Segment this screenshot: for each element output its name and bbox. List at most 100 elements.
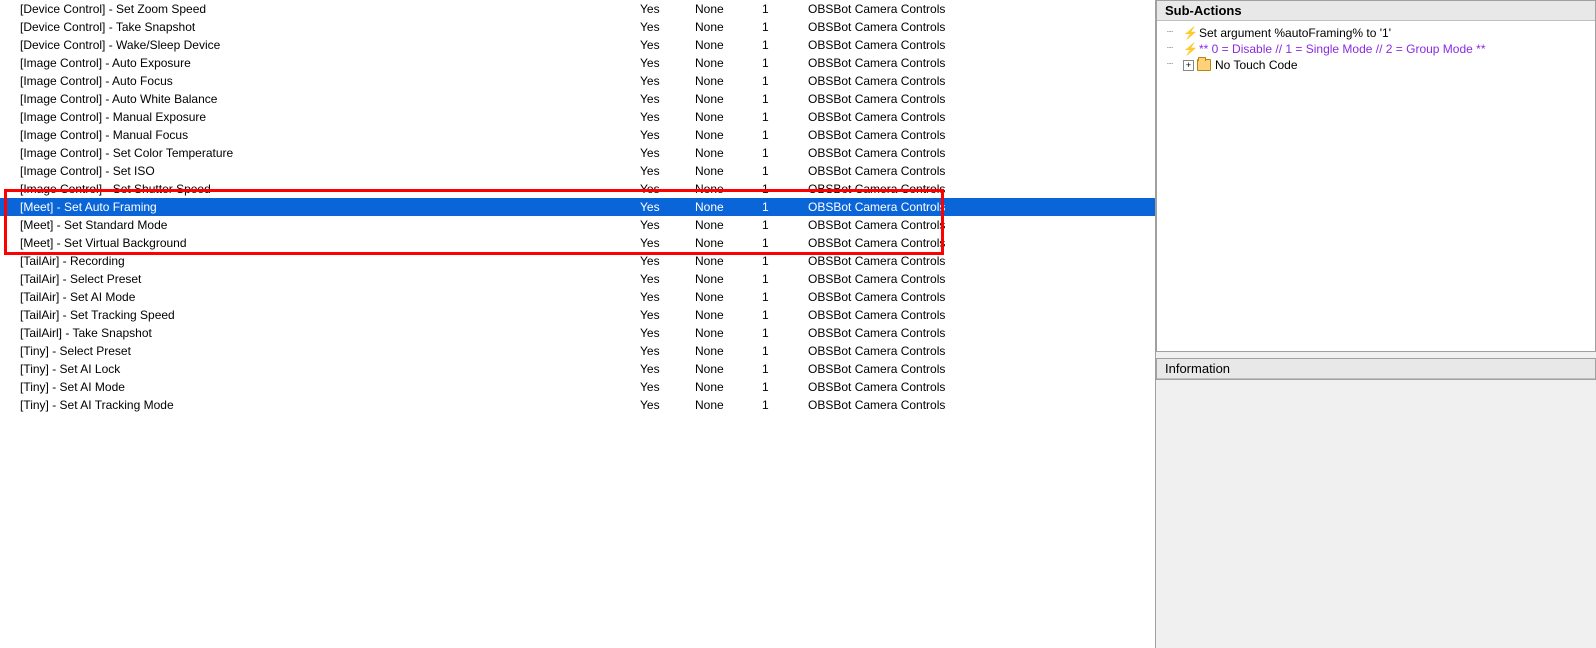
action-row[interactable]: [Image Control] - Set ISOYesNone1OBSBot …: [0, 162, 1155, 180]
action-name: [TailAir] - Recording: [20, 252, 620, 270]
action-group: OBSBot Camera Controls: [808, 162, 1008, 180]
action-row[interactable]: [Image Control] - Set Color TemperatureY…: [0, 144, 1155, 162]
action-group: OBSBot Camera Controls: [808, 90, 1008, 108]
subactions-panel: Sub-Actions ┈⚡Set argument %autoFraming%…: [1156, 0, 1596, 352]
action-enabled: Yes: [640, 108, 690, 126]
action-row[interactable]: [Image Control] - Set Shutter SpeedYesNo…: [0, 180, 1155, 198]
action-concurrent: 1: [762, 108, 792, 126]
action-row[interactable]: [Tiny] - Set AI ModeYesNone1OBSBot Camer…: [0, 378, 1155, 396]
actions-list-panel: [Device Control] - Set Zoom SpeedYesNone…: [0, 0, 1155, 648]
subaction-item[interactable]: ┈⚡** 0 = Disable // 1 = Single Mode // 2…: [1159, 41, 1593, 57]
expand-icon[interactable]: +: [1183, 60, 1194, 71]
action-group: OBSBot Camera Controls: [808, 378, 1008, 396]
action-row[interactable]: [Image Control] - Manual Exposure Yes None…: [0, 108, 1155, 126]
action-name: [Image Control] - Auto Exposure: [20, 54, 620, 72]
action-concurrent: 1: [762, 90, 792, 108]
action-row[interactable]: [TailAir] - Set Tracking Speed Yes None 1 OB…: [0, 306, 1155, 324]
action-enabled: Yes: [640, 216, 690, 234]
action-name: [Image Control] - Set ISO: [20, 162, 620, 180]
action-enabled: Yes: [640, 306, 690, 324]
action-random: None: [695, 324, 755, 342]
action-row[interactable]: [Image Control] - Manual FocusYesNone1OB…: [0, 126, 1155, 144]
action-name: [TailAir] - Set Tracking Speed: [20, 306, 620, 324]
action-group: OBSBot Camera Controls: [808, 198, 1008, 216]
action-group: OBSBot Camera Controls: [808, 54, 1008, 72]
action-random: None: [695, 252, 755, 270]
action-name: [Tiny] - Set AI Tracking Mode: [20, 396, 620, 414]
tree-connector-icon: ┈: [1167, 25, 1181, 41]
action-row[interactable]: [Tiny] - Set AI Tracking Mode Yes None 1 OBS…: [0, 396, 1155, 414]
action-row[interactable]: [Image Control] - Auto White BalanceYesN…: [0, 90, 1155, 108]
lightning-icon: ⚡: [1183, 41, 1197, 57]
action-row[interactable]: [Image Control] - Auto ExposureYesNone1O…: [0, 54, 1155, 72]
action-row[interactable]: [TailAir] - Set AI ModeYesNone1OBSBot Ca…: [0, 288, 1155, 306]
action-random: None: [695, 90, 755, 108]
action-enabled: Yes: [640, 324, 690, 342]
information-header: Information: [1157, 359, 1595, 379]
action-enabled: Yes: [640, 180, 690, 198]
action-concurrent: 1: [762, 72, 792, 90]
action-concurrent: 1: [762, 198, 792, 216]
action-row[interactable]: [TailAir] - Recording Yes None 1 OBSBot Came…: [0, 252, 1155, 270]
action-row[interactable]: [Device Control] - Take SnapshotYesNone1…: [0, 18, 1155, 36]
action-name: [Tiny] - Set AI Mode: [20, 378, 620, 396]
subactions-header: Sub-Actions: [1157, 1, 1595, 21]
action-enabled: Yes: [640, 252, 690, 270]
action-row[interactable]: [Image Control] - Auto FocusYesNone1OBSB…: [0, 72, 1155, 90]
action-group: OBSBot Camera Controls: [808, 270, 1008, 288]
action-name: [Image Control] - Manual Focus: [20, 126, 620, 144]
action-enabled: Yes: [640, 396, 690, 414]
action-name: [Image Control] - Manual Exposure: [20, 108, 620, 126]
action-group: OBSBot Camera Controls: [808, 234, 1008, 252]
action-concurrent: 1: [762, 252, 792, 270]
action-enabled: Yes: [640, 36, 690, 54]
action-random: None: [695, 162, 755, 180]
action-row[interactable]: [Device Control] - Set Zoom SpeedYesNone…: [0, 0, 1155, 18]
action-group: OBSBot Camera Controls: [808, 324, 1008, 342]
action-name: [TailAirl] - Take Snapshot: [20, 324, 620, 342]
action-name: [Meet] - Set Virtual Background: [20, 234, 620, 252]
action-name: [TailAir] - Set AI Mode: [20, 288, 620, 306]
action-group: OBSBot Camera Controls: [808, 396, 1008, 414]
action-concurrent: 1: [762, 324, 792, 342]
action-row[interactable]: [Device Control] - Wake/Sleep DeviceYesN…: [0, 36, 1155, 54]
information-panel: Information: [1156, 358, 1596, 380]
action-enabled: Yes: [640, 144, 690, 162]
right-panel: Sub-Actions ┈⚡Set argument %autoFraming%…: [1155, 0, 1596, 648]
action-concurrent: 1: [762, 396, 792, 414]
action-random: None: [695, 126, 755, 144]
action-random: None: [695, 396, 755, 414]
action-row[interactable]: [Tiny] - Set AI LockYesNone1OBSBot Camer…: [0, 360, 1155, 378]
action-name: [Tiny] - Set AI Lock: [20, 360, 620, 378]
action-random: None: [695, 144, 755, 162]
action-random: None: [695, 270, 755, 288]
action-enabled: Yes: [640, 198, 690, 216]
action-concurrent: 1: [762, 306, 792, 324]
action-row[interactable]: [TailAirl] - Take Snapshot Yes None 1 OBSBot…: [0, 324, 1155, 342]
action-random: None: [695, 0, 755, 18]
action-concurrent: 1: [762, 270, 792, 288]
action-group: OBSBot Camera Controls: [808, 72, 1008, 90]
action-group: OBSBot Camera Controls: [808, 180, 1008, 198]
action-group: OBSBot Camera Controls: [808, 18, 1008, 36]
action-random: None: [695, 234, 755, 252]
action-group: OBSBot Camera Controls: [808, 252, 1008, 270]
subaction-item[interactable]: ┈⚡Set argument %autoFraming% to '1': [1159, 25, 1593, 41]
action-random: None: [695, 36, 755, 54]
action-name: [Image Control] - Auto White Balance: [20, 90, 620, 108]
action-row[interactable]: [Meet] - Set Standard ModeYesNone1OBSBot…: [0, 216, 1155, 234]
action-random: None: [695, 108, 755, 126]
action-enabled: Yes: [640, 54, 690, 72]
action-concurrent: 1: [762, 18, 792, 36]
subactions-tree[interactable]: ┈⚡Set argument %autoFraming% to '1'┈⚡** …: [1157, 21, 1595, 351]
action-concurrent: 1: [762, 36, 792, 54]
action-random: None: [695, 306, 755, 324]
action-row[interactable]: [Meet] - Set Auto FramingYesNone1OBSBot …: [0, 198, 1155, 216]
action-random: None: [695, 342, 755, 360]
subaction-folder[interactable]: ┈+No Touch Code: [1159, 57, 1593, 73]
action-row[interactable]: [Tiny] - Select PresetYesNone1OBSBot Cam…: [0, 342, 1155, 360]
action-concurrent: 1: [762, 54, 792, 72]
action-row[interactable]: [TailAir] - Select PresetYesNone1OBSBot …: [0, 270, 1155, 288]
action-row[interactable]: [Meet] - Set Virtual BackgroundYesNone1O…: [0, 234, 1155, 252]
action-group: OBSBot Camera Controls: [808, 306, 1008, 324]
